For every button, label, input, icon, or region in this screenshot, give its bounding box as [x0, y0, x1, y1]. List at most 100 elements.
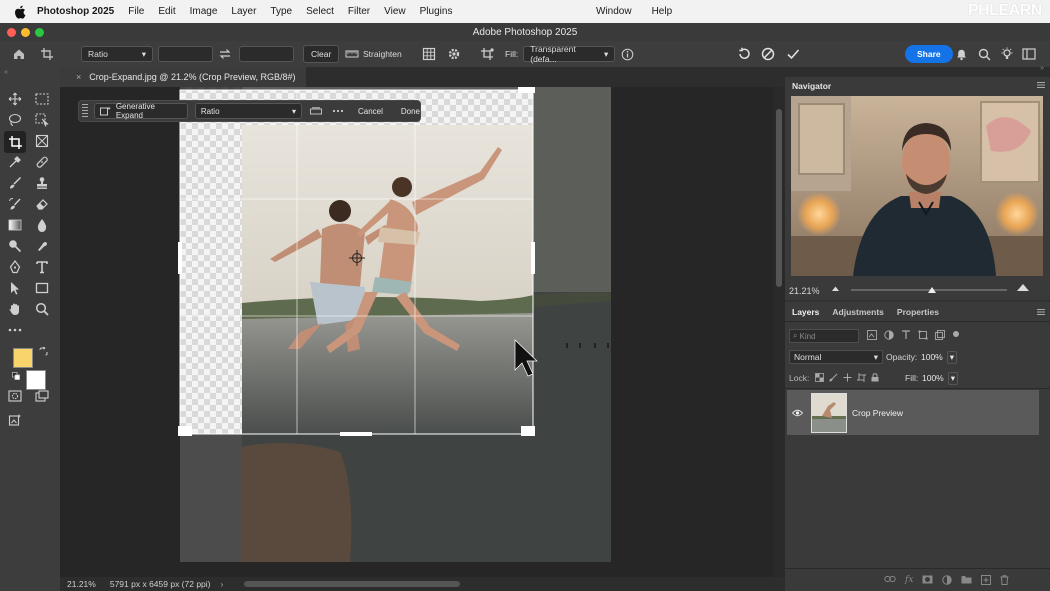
crop-tool-icon[interactable]	[4, 131, 26, 153]
filter-pixel-icon[interactable]	[867, 330, 877, 340]
reset-icon[interactable]	[737, 41, 752, 67]
menu-layer[interactable]: Layer	[231, 6, 256, 17]
blur-tool-icon[interactable]	[33, 216, 51, 234]
cancel-crop-icon[interactable]	[761, 41, 775, 67]
minimize-window-button[interactable]	[21, 28, 30, 37]
filter-shape-icon[interactable]	[918, 330, 928, 340]
lock-image-icon[interactable]	[829, 373, 838, 382]
opacity-field[interactable]: 100% ▾	[921, 350, 963, 364]
pen-tool-icon[interactable]	[6, 258, 24, 276]
horizontal-scroll-thumb[interactable]	[244, 581, 460, 587]
more-options-icon[interactable]	[332, 109, 344, 113]
apple-icon[interactable]	[13, 5, 27, 19]
info-icon[interactable]	[621, 41, 634, 67]
bell-icon[interactable]	[955, 41, 968, 67]
frame-tool-icon[interactable]	[33, 132, 51, 150]
panel-menu-icon[interactable]	[1037, 309, 1045, 315]
menu-filter[interactable]: Filter	[348, 6, 370, 17]
smudge-tool-icon[interactable]	[33, 237, 51, 255]
hand-tool-icon[interactable]	[6, 300, 24, 318]
lasso-tool-icon[interactable]	[6, 111, 24, 129]
close-window-button[interactable]	[7, 28, 16, 37]
menu-edit[interactable]: Edit	[158, 6, 175, 17]
vertical-scroll-thumb[interactable]	[776, 109, 782, 287]
spot-healing-tool-icon[interactable]	[33, 153, 51, 171]
more-tools-icon[interactable]	[6, 321, 24, 339]
menu-file[interactable]: File	[128, 6, 144, 17]
gradient-tool-icon[interactable]	[6, 216, 24, 234]
brush-tool-icon[interactable]	[6, 174, 24, 192]
collapse-dock-icon[interactable]: »	[1040, 65, 1044, 72]
layer-filter-field[interactable]: ⌕ Kind	[789, 329, 859, 343]
zoom-window-button[interactable]	[35, 28, 44, 37]
gear-icon[interactable]	[447, 41, 461, 67]
eraser-tool-icon[interactable]	[33, 195, 51, 213]
layer-row[interactable]: Crop Preview	[787, 390, 1039, 435]
canvas[interactable]	[60, 87, 773, 577]
tab-adjustments[interactable]: Adjustments	[832, 307, 883, 317]
menu-plugins[interactable]: Plugins	[420, 6, 453, 17]
path-selection-tool-icon[interactable]	[6, 279, 24, 297]
straighten-button[interactable]: Straighten	[345, 41, 402, 67]
workspace-icon[interactable]	[1022, 41, 1036, 67]
filter-adjustment-icon[interactable]	[884, 330, 894, 340]
collapse-toolbar-icon[interactable]: «	[4, 69, 8, 76]
generative-fill-icon[interactable]	[6, 411, 24, 429]
tab-properties[interactable]: Properties	[897, 307, 939, 317]
filter-smart-object-icon[interactable]	[935, 330, 945, 340]
fill-opacity-field[interactable]: 100% ▾	[922, 371, 964, 385]
move-tool-icon[interactable]	[6, 90, 24, 108]
crop-tool-preset-icon[interactable]	[40, 41, 56, 67]
default-colors-icon[interactable]	[12, 372, 20, 382]
commit-checkmark-icon[interactable]	[786, 41, 800, 67]
content-aware-crop-icon[interactable]	[480, 41, 496, 67]
menu-select[interactable]: Select	[306, 6, 334, 17]
screen-mode-icon[interactable]	[33, 387, 51, 405]
status-expand-icon[interactable]: ›	[221, 579, 224, 589]
lock-position-icon[interactable]	[843, 373, 852, 382]
menu-help[interactable]: Help	[652, 6, 673, 17]
home-icon[interactable]	[12, 41, 26, 67]
generative-expand-button[interactable]: Generative Expand	[93, 102, 188, 120]
object-selection-tool-icon[interactable]	[33, 111, 51, 129]
search-icon[interactable]	[978, 41, 991, 67]
lock-all-icon[interactable]	[871, 373, 879, 382]
navigator-title[interactable]: Navigator	[792, 81, 831, 91]
chevron-down-icon[interactable]: ▾	[946, 350, 958, 364]
share-button[interactable]: Share	[905, 45, 953, 63]
ratio-width-field[interactable]	[158, 46, 213, 62]
menu-image[interactable]: Image	[190, 6, 218, 17]
eyedropper-tool-icon[interactable]	[6, 153, 24, 171]
app-menu[interactable]: Photoshop 2025	[37, 6, 114, 17]
clear-button[interactable]: Clear	[303, 45, 340, 63]
swap-colors-icon[interactable]	[39, 346, 48, 358]
blend-mode-dropdown[interactable]: Normal ▾	[789, 350, 883, 364]
visibility-eye-icon[interactable]	[792, 409, 803, 417]
zoom-out-icon[interactable]	[831, 285, 840, 292]
document-tab[interactable]: × Crop-Expand.jpg @ 21.2% (Crop Preview,…	[60, 67, 306, 87]
swap-arrows-icon[interactable]	[219, 41, 231, 67]
canvas-vertical-scrollbar[interactable]	[773, 87, 785, 577]
flip-ratio-icon[interactable]	[310, 107, 322, 115]
fill-dropdown[interactable]: Transparent (defa... ▾	[523, 44, 616, 64]
delete-layer-icon[interactable]	[1000, 575, 1009, 585]
navigator-zoom-value[interactable]: 21.21%	[789, 286, 820, 296]
filter-type-icon[interactable]	[901, 330, 911, 340]
context-cancel-button[interactable]: Cancel	[358, 107, 383, 116]
rectangle-tool-icon[interactable]	[33, 279, 51, 297]
history-brush-tool-icon[interactable]	[6, 195, 24, 213]
filter-toggle-icon[interactable]	[952, 330, 960, 340]
new-adjustment-layer-icon[interactable]	[942, 575, 953, 585]
layer-thumbnail[interactable]	[811, 392, 847, 433]
layer-name[interactable]: Crop Preview	[852, 408, 903, 418]
foreground-color-swatch[interactable]	[13, 348, 33, 368]
add-mask-icon[interactable]	[922, 575, 933, 585]
menu-type[interactable]: Type	[270, 6, 292, 17]
clone-stamp-tool-icon[interactable]	[33, 174, 51, 192]
tab-layers[interactable]: Layers	[792, 307, 819, 317]
context-ratio-dropdown[interactable]: Ratio ▾	[194, 103, 302, 119]
panel-menu-icon[interactable]	[1037, 82, 1045, 88]
type-tool-icon[interactable]	[33, 258, 51, 276]
layer-effects-icon[interactable]: fx	[905, 575, 913, 585]
zoom-slider-thumb[interactable]	[928, 287, 937, 293]
